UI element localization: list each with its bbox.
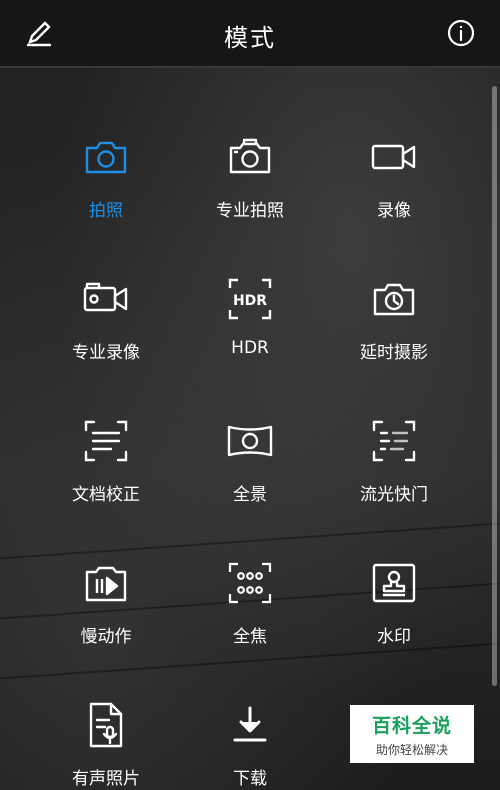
mode-label: 下载 xyxy=(233,769,267,789)
mode-label: 延时摄影 xyxy=(360,343,428,363)
video-icon xyxy=(369,132,419,182)
site-watermark: 百科全说 助你轻松解决 xyxy=(350,705,474,763)
mode-slow-motion[interactable]: 慢动作 xyxy=(34,544,178,647)
timelapse-icon xyxy=(369,274,419,324)
svg-text:HDR: HDR xyxy=(233,293,267,309)
pro-video-icon xyxy=(81,274,131,324)
mode-video[interactable]: 录像 xyxy=(322,118,466,221)
mode-label: 慢动作 xyxy=(80,627,132,647)
all-focus-icon xyxy=(225,558,275,608)
top-bar: 模式 xyxy=(0,0,500,68)
watermark-icon xyxy=(369,558,419,608)
watermark-subtitle: 助你轻松解决 xyxy=(375,742,448,757)
page-title: 模式 xyxy=(224,24,276,52)
document-scan-icon xyxy=(81,416,131,466)
mode-panorama[interactable]: 全景 xyxy=(178,402,322,505)
mode-download[interactable]: 下载 xyxy=(178,686,322,789)
mode-label: 有声照片 xyxy=(72,769,140,789)
mode-label: 水印 xyxy=(377,627,411,647)
mode-label: 拍照 xyxy=(89,201,123,221)
mode-pro-photo[interactable]: 专业拍照 xyxy=(178,118,322,221)
mode-all-focus[interactable]: 全焦 xyxy=(178,544,322,647)
camera-icon xyxy=(81,132,131,182)
mode-timelapse[interactable]: 延时摄影 xyxy=(322,260,466,363)
download-icon xyxy=(225,700,275,750)
mode-document[interactable]: 文档校正 xyxy=(34,402,178,505)
light-painting-icon xyxy=(369,416,419,466)
mode-label: 录像 xyxy=(377,201,411,221)
hdr-icon: HDR xyxy=(225,274,275,324)
mode-photo[interactable]: 拍照 xyxy=(34,118,178,221)
info-icon[interactable] xyxy=(446,18,476,48)
mode-label: HDR xyxy=(231,338,269,358)
mode-label: 全景 xyxy=(233,485,267,505)
mode-pro-video[interactable]: 专业录像 xyxy=(34,260,178,363)
watermark-title: 百科全说 xyxy=(371,714,452,737)
mode-label: 流光快门 xyxy=(360,485,428,505)
pro-camera-icon xyxy=(225,132,275,182)
mode-label: 专业录像 xyxy=(72,343,140,363)
mode-light-painting[interactable]: 流光快门 xyxy=(322,402,466,505)
scrollbar[interactable] xyxy=(492,86,497,686)
mode-audio-photo[interactable]: 有声照片 xyxy=(34,686,178,789)
mode-grid: 拍照 专业拍照 录像 专业录像 HDR HDR 延时摄影 文档校正 全景 流光快… xyxy=(34,118,466,789)
mode-label: 专业拍照 xyxy=(216,201,284,221)
mode-label: 全焦 xyxy=(233,627,267,647)
slow-motion-icon xyxy=(81,558,131,608)
mode-watermark[interactable]: 水印 xyxy=(322,544,466,647)
audio-photo-icon xyxy=(81,700,131,750)
panorama-icon xyxy=(225,416,275,466)
mode-label: 文档校正 xyxy=(72,485,140,505)
mode-hdr[interactable]: HDR HDR xyxy=(178,260,322,358)
